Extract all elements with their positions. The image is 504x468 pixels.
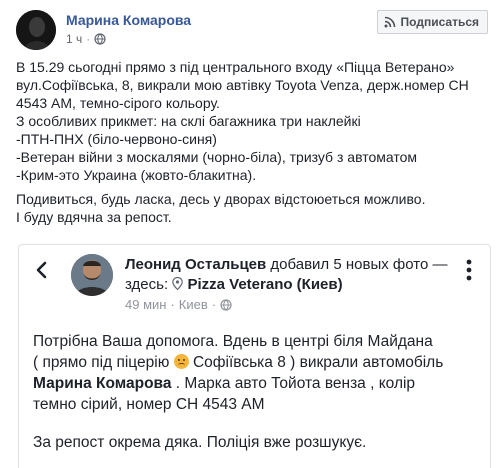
shared-location: Киев: [178, 297, 208, 312]
shared-text-line: За репост окрема дяка. Поліція вже розшу…: [33, 434, 367, 451]
meta-separator: ·: [170, 297, 175, 312]
rss-icon: [384, 16, 395, 28]
post-text-line: -Крим-это Украина (жовто-блакитна).: [16, 167, 257, 183]
shared-time[interactable]: 49 мин: [125, 297, 166, 312]
shared-text-line: Марина Комарова . Марка авто Тойота венз…: [33, 373, 483, 394]
shared-avatar-image: [71, 254, 113, 296]
post-text-line: І буду вдячна за репост.: [16, 209, 172, 225]
shared-text-fragment: . Марка авто Тойота венза , колір: [171, 375, 416, 392]
shared-place-name[interactable]: Pizza Veterano (Киев): [187, 276, 342, 293]
shared-text-fragment: ( прямо під піцерію: [33, 354, 174, 371]
meta-separator: ·: [86, 32, 91, 46]
shared-post-screenshot[interactable]: Леонид Остальцев добавил 5 новых фото — …: [18, 244, 491, 468]
tagged-user-name[interactable]: Марина Комарова: [33, 375, 172, 392]
post-text-line: Подивиться, будь ласка, десь у дворах ві…: [16, 191, 426, 207]
sad-face-emoji-icon: [173, 354, 189, 369]
shared-body-text: Потрібна Ваша допомога. Вдень в центрі б…: [33, 331, 483, 453]
subscribe-button[interactable]: Подписаться: [376, 10, 488, 34]
shared-text-line: Потрібна Ваша допомога. Вдень в центрі б…: [33, 333, 433, 350]
shared-text-line: ( прямо під піцерію Софіївська 8 ) викра…: [33, 352, 483, 373]
back-arrow-icon[interactable]: [33, 261, 51, 279]
post-text-line: З особливих прикмет: на склі багажника т…: [16, 113, 361, 129]
shared-text-fragment: Софіївська 8 ) викрали автомобіль: [188, 354, 444, 371]
post-header: Марина Комарова 1 ч · Подписаться: [16, 10, 488, 50]
shared-author-name[interactable]: Леонид Остальцев: [125, 256, 266, 273]
globe-icon[interactable]: [94, 33, 106, 45]
globe-icon: [220, 298, 232, 311]
shared-text-line: темно сірий, номер СН 4543 АМ: [33, 396, 265, 413]
avatar-image: [16, 10, 56, 50]
more-options-icon[interactable]: [466, 259, 472, 281]
post-text-line: -ПТН-ПНХ (біло-червоно-синя): [16, 131, 217, 147]
post-text-line: вул.Софіївська, 8, викрали мою автівку T…: [16, 77, 469, 93]
shared-meta: 49 мин · Киев ·: [125, 297, 232, 312]
author-name[interactable]: Марина Комарова: [66, 12, 191, 28]
post-text-line: В 15.29 сьогодні прямо з під центральног…: [16, 59, 455, 75]
post-meta: 1 ч ·: [66, 32, 106, 46]
subscribe-label: Подписаться: [400, 15, 479, 29]
author-avatar[interactable]: [16, 10, 56, 50]
shared-author-line: Леонид Остальцев добавил 5 новых фото — …: [125, 255, 455, 295]
post-text: В 15.29 сьогодні прямо з під центральног…: [16, 58, 492, 226]
meta-separator: ·: [211, 297, 217, 312]
post-time[interactable]: 1 ч: [66, 32, 82, 46]
location-pin-icon: [172, 277, 184, 290]
post-text-line: -Ветеран війни з москалями (чорно-біла),…: [16, 149, 418, 165]
post-text-line: 4543 АМ, темно-сірого кольору.: [16, 95, 220, 111]
shared-author-avatar[interactable]: [71, 254, 113, 296]
